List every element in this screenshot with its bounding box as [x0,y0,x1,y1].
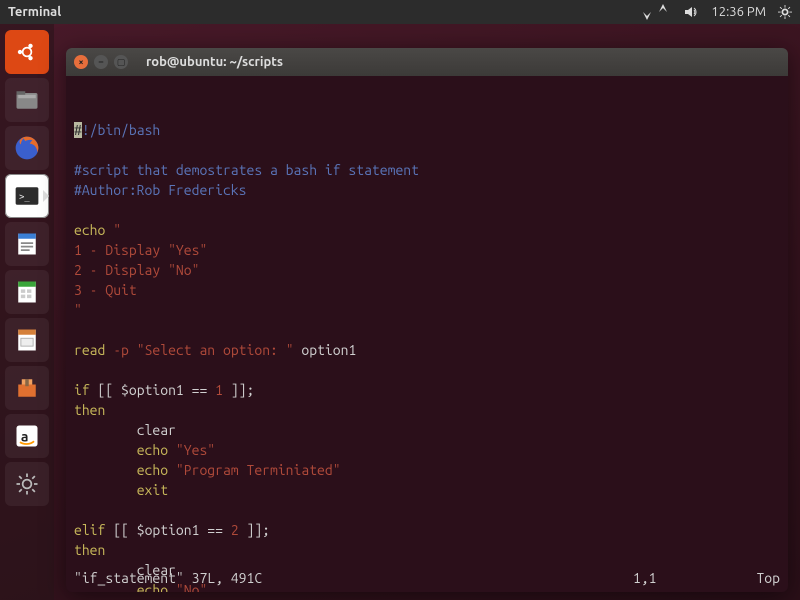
code-line: " [74,300,780,320]
launcher-files[interactable] [5,78,49,122]
minimize-icon[interactable]: – [94,55,108,69]
launcher-software[interactable] [5,366,49,410]
code-line: echo "Yes" [74,440,780,460]
top-panel: Terminal 12:36 PM [0,0,800,24]
code-line [74,320,780,340]
code-line: 2 - Display "No" [74,260,780,280]
close-icon[interactable]: × [74,55,88,69]
sound-icon[interactable] [683,4,699,20]
launcher-dash[interactable] [5,30,49,74]
tray: 12:36 PM [639,0,792,28]
window-title: rob@ubuntu: ~/scripts [146,55,283,69]
code-line [74,200,780,220]
code-line [74,500,780,520]
code-line: then [74,540,780,560]
network-icon[interactable] [639,0,671,28]
launcher-settings[interactable] [5,462,49,506]
terminal-content[interactable]: #!/bin/bash #script that demostrates a b… [66,76,788,592]
window-titlebar[interactable]: × – ▢ rob@ubuntu: ~/scripts [66,48,788,76]
launcher-terminal[interactable]: >_ [5,174,49,218]
code-line: #!/bin/bash [74,120,780,140]
svg-text:>_: >_ [19,193,30,203]
launcher-firefox[interactable] [5,126,49,170]
panel-app-title: Terminal [8,5,61,19]
code-line: read -p "Select an option: " option1 [74,340,780,360]
maximize-icon[interactable]: ▢ [114,55,128,69]
code-line: exit [74,480,780,500]
gear-icon[interactable] [778,5,792,19]
launcher: >_a [0,24,54,600]
code-line: #script that demostrates a bash if state… [74,160,780,180]
code-line [74,140,780,160]
code-line: 3 - Quit [74,280,780,300]
code-line: #Author:Rob Fredericks [74,180,780,200]
code-line [74,360,780,380]
code-line: echo "Program Terminiated" [74,460,780,480]
code-line: if [[ $option1 == 1 ]]; [74,380,780,400]
code-line: 1 - Display "Yes" [74,240,780,260]
code-line: clear [74,420,780,440]
clock[interactable]: 12:36 PM [711,5,766,19]
status-scroll: Top [756,568,780,588]
code-line: elif [[ $option1 == 2 ]]; [74,520,780,540]
vim-statusline: "if_statement" 37L, 491C 1,1 Top [74,568,780,588]
svg-text:a: a [21,428,29,444]
status-filename: "if_statement" 37L, 491C [74,568,262,588]
launcher-writer[interactable] [5,222,49,266]
launcher-amazon[interactable]: a [5,414,49,458]
launcher-impress[interactable] [5,318,49,362]
terminal-window: × – ▢ rob@ubuntu: ~/scripts #!/bin/bash … [66,48,788,592]
launcher-calc[interactable] [5,270,49,314]
code-line: then [74,400,780,420]
status-position: 1,1 [633,568,757,588]
code-line: echo " [74,220,780,240]
